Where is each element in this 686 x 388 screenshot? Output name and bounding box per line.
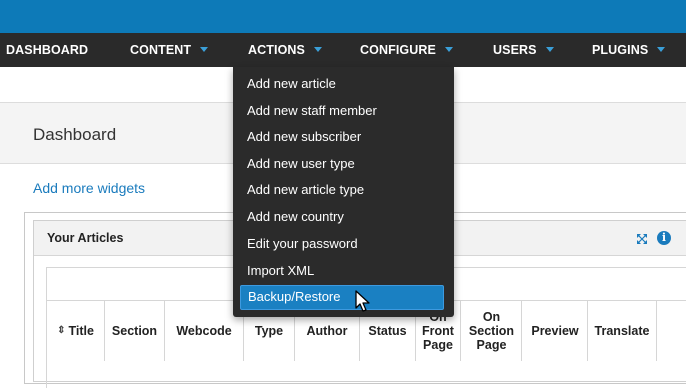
- add-widgets-link[interactable]: Add more widgets: [33, 180, 145, 196]
- chevron-down-icon: [200, 47, 209, 53]
- menu-item-add-new-article[interactable]: Add new article: [233, 71, 454, 98]
- nav-dashboard[interactable]: DASHBOARD: [6, 33, 88, 67]
- chevron-down-icon: [545, 47, 554, 53]
- mouse-pointer-icon: [355, 290, 370, 312]
- menu-item-import-xml[interactable]: Import XML: [233, 258, 454, 285]
- nav-plugins[interactable]: PLUGINS: [592, 33, 666, 67]
- expand-icon[interactable]: [636, 233, 648, 245]
- nav-configure[interactable]: CONFIGURE: [360, 33, 453, 67]
- top-brand-bar: [0, 0, 686, 33]
- nav-configure-label: CONFIGURE: [360, 43, 436, 57]
- column-header-preview[interactable]: Preview: [523, 301, 588, 361]
- menu-item-edit-your-password[interactable]: Edit your password: [233, 231, 454, 258]
- actions-dropdown-menu: Add new article Add new staff member Add…: [233, 67, 454, 317]
- page-title: Dashboard: [33, 125, 117, 144]
- nav-actions[interactable]: ACTIONS: [248, 33, 322, 67]
- menu-item-add-new-article-type[interactable]: Add new article type: [233, 177, 454, 204]
- column-header-title[interactable]: ⇕ Title: [47, 301, 105, 361]
- nav-content[interactable]: CONTENT: [130, 33, 209, 67]
- info-icon[interactable]: i: [657, 231, 671, 245]
- nav-plugins-label: PLUGINS: [592, 43, 649, 57]
- menu-item-add-new-subscriber[interactable]: Add new subscriber: [233, 124, 454, 151]
- menu-item-backup-restore[interactable]: Backup/Restore: [233, 284, 454, 311]
- menu-item-add-new-country[interactable]: Add new country: [233, 204, 454, 231]
- nav-actions-label: ACTIONS: [248, 43, 305, 57]
- widget-title: Your Articles: [47, 231, 124, 245]
- column-header-on-section-page[interactable]: On Section Page: [462, 301, 522, 361]
- nav-users[interactable]: USERS: [493, 33, 554, 67]
- sort-icon: ⇕: [57, 325, 66, 336]
- column-header-section[interactable]: Section: [105, 301, 165, 361]
- chevron-down-icon: [313, 47, 322, 53]
- nav-users-label: USERS: [493, 43, 537, 57]
- nav-content-label: CONTENT: [130, 43, 192, 57]
- column-header-translate[interactable]: Translate: [588, 301, 657, 361]
- nav-dashboard-label: DASHBOARD: [6, 43, 89, 57]
- chevron-down-icon: [657, 47, 666, 53]
- menu-item-add-new-user-type[interactable]: Add new user type: [233, 151, 454, 178]
- menu-item-add-new-staff-member[interactable]: Add new staff member: [233, 98, 454, 125]
- main-nav-bar: DASHBOARD CONTENT ACTIONS CONFIGURE USER…: [0, 33, 686, 67]
- chevron-down-icon: [444, 47, 453, 53]
